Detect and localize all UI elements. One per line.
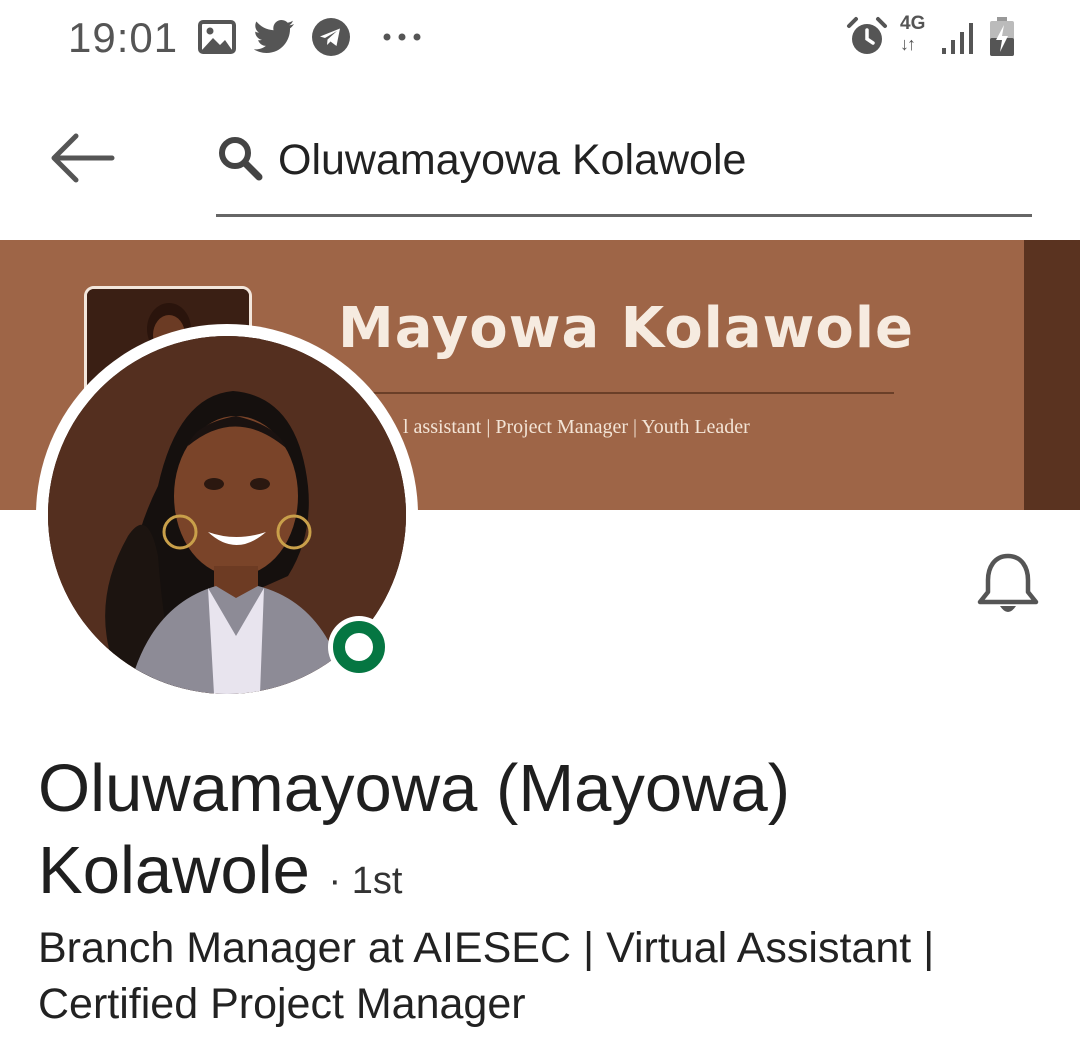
profile-name-text: Oluwamayowa (Mayowa) Kolawole — [38, 751, 791, 908]
search-query-text[interactable]: Oluwamayowa Kolawole — [278, 136, 746, 185]
status-time: 19:01 — [68, 14, 179, 61]
banner-divider — [368, 392, 894, 394]
profile-headline: Branch Manager at AIESEC | Virtual Assis… — [38, 924, 935, 1028]
signal-icon — [942, 23, 973, 54]
back-arrow-icon[interactable] — [48, 128, 118, 188]
banner-subtitle: l assistant | Project Manager | Youth Le… — [403, 416, 750, 438]
gallery-icon — [198, 20, 236, 54]
banner-edge-strip — [1024, 240, 1080, 510]
battery-charging-icon — [990, 17, 1014, 56]
banner-title: Mayowa Kolawole — [338, 296, 915, 361]
bell-icon[interactable] — [974, 552, 1042, 618]
telegram-icon — [312, 18, 350, 56]
profile-name: Oluwamayowa (Mayowa) Kolawole · 1st — [38, 748, 1038, 922]
network-4g-icon: 4G ↓↑ — [900, 13, 926, 55]
online-status-indicator — [328, 616, 390, 678]
connection-degree: · 1st — [328, 860, 403, 902]
search-bar[interactable]: Oluwamayowa Kolawole — [216, 118, 1032, 217]
alarm-icon — [847, 17, 887, 54]
more-icon — [383, 33, 421, 41]
search-icon — [219, 137, 263, 181]
status-bar: 19:01 4G ↓↑ — [0, 0, 1080, 80]
twitter-icon — [254, 20, 294, 53]
online-status-ring — [333, 621, 385, 673]
